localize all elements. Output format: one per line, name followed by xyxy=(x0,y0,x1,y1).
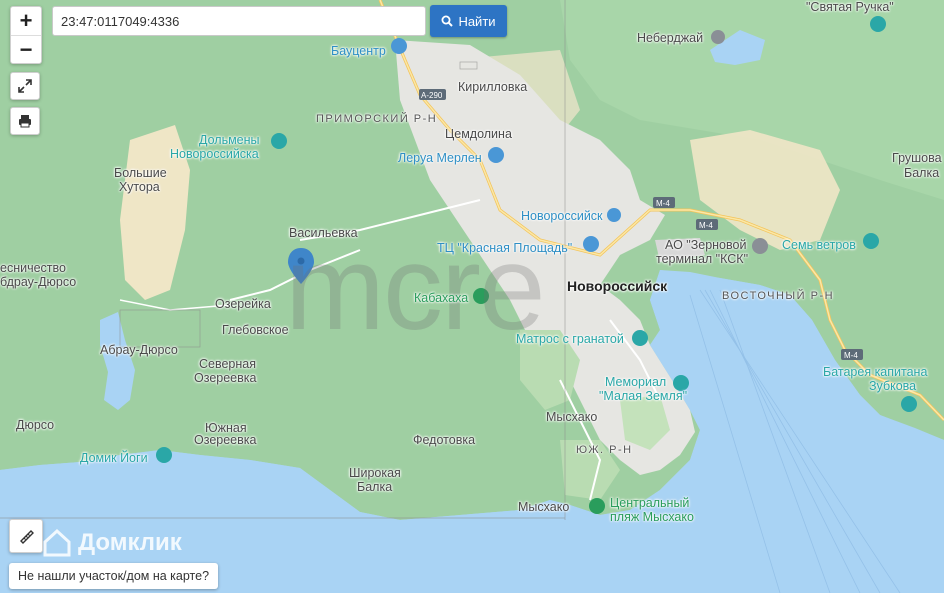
printer-icon xyxy=(19,115,31,128)
domclick-logo: Домклик xyxy=(42,528,182,558)
label-bolshie-2: Хутора xyxy=(119,180,160,194)
label-grushovaya-1: Грушова xyxy=(892,151,942,165)
ruler-button[interactable] xyxy=(9,519,43,553)
shield-a290: А-290 xyxy=(421,91,443,100)
label-batareya-1: Батарея капитана xyxy=(823,365,928,379)
find-button-label: Найти xyxy=(458,13,496,29)
label-primorsky: ПРИМОРСКИЙ Р-Н xyxy=(316,113,438,125)
label-matros: Матрос с гранатой xyxy=(516,332,624,346)
label-tc-krasnaya: ТЦ "Красная Площадь" xyxy=(437,241,573,255)
station-marker-icon xyxy=(607,208,621,222)
label-domik: Домик Йоги xyxy=(80,451,148,465)
matros-marker-icon xyxy=(632,330,648,346)
label-yuzh-rn: ЮЖ. Р-Н xyxy=(576,444,633,456)
label-baucentr: Бауцентр xyxy=(331,44,386,58)
label-leroy: Леруа Мерлен xyxy=(398,151,482,165)
label-lesnichestvo-1: есничество xyxy=(0,261,66,275)
fullscreen-button[interactable] xyxy=(10,72,40,100)
label-shirokaya-2: Балка xyxy=(357,480,393,494)
shield-m4-a: М-4 xyxy=(656,199,670,208)
label-myshako-1: Мысхако xyxy=(546,410,598,424)
brand-name: Домклик xyxy=(78,529,182,556)
label-severnaya-2: Озереевка xyxy=(194,371,257,385)
label-lesnichestvo-2: бдрау-Дюрсо xyxy=(0,275,77,289)
label-grushovaya-2: Балка xyxy=(904,166,940,180)
sem-vetrov-marker-icon xyxy=(863,233,879,249)
label-abrau: Абрау-Дюрсо xyxy=(100,343,178,357)
label-bolshie-1: Большие xyxy=(114,166,167,180)
ruler-icon xyxy=(20,530,34,544)
shield-m4-c: М-4 xyxy=(844,351,858,360)
baucentr-marker-icon xyxy=(391,38,407,54)
label-glebovskoe: Глебовское xyxy=(222,323,289,337)
label-tsemdolina: Цемдолина xyxy=(445,127,512,141)
label-shirokaya-1: Широкая xyxy=(349,466,401,480)
neberdzhay-marker-icon xyxy=(711,30,725,44)
label-dolmeny-1: Дольмены xyxy=(199,133,260,147)
find-button[interactable]: Найти xyxy=(430,5,507,37)
label-novorossiysk: Новороссийск xyxy=(567,278,668,294)
label-yuzhnaya-2: Озереевка xyxy=(194,433,257,447)
label-plyazh-2: пляж Мысхако xyxy=(610,510,694,524)
label-vostochny: ВОСТОЧНЫЙ Р-Н xyxy=(722,290,835,302)
zoom-control: + − xyxy=(10,6,42,64)
label-zernovoy-2: терминал "КСК" xyxy=(656,252,749,266)
zoom-in-button[interactable]: + xyxy=(11,7,41,36)
not-found-link[interactable]: Не нашли участок/дом на карте? xyxy=(9,563,219,589)
search-icon xyxy=(441,15,454,27)
label-vasilevka: Васильевка xyxy=(289,226,358,240)
label-durso: Дюрсо xyxy=(16,418,55,432)
batareya-marker-icon xyxy=(901,396,917,412)
zoom-out-button[interactable]: − xyxy=(11,36,41,64)
label-kirillovka: Кирилловка xyxy=(458,80,528,94)
label-novoross-station: Новороссийск xyxy=(521,209,603,223)
house-logo-icon xyxy=(43,528,71,557)
plyazh-marker-icon xyxy=(589,498,605,514)
label-svyataya-ruchka: "Святая Ручка" xyxy=(806,0,894,14)
label-batareya-2: Зубкова xyxy=(869,379,917,393)
label-dolmeny-2: Новороссийска xyxy=(170,147,259,161)
label-plyazh-1: Центральный xyxy=(610,496,690,510)
label-severnaya-1: Северная xyxy=(199,357,257,371)
domik-marker-icon xyxy=(156,447,172,463)
label-fedotovka: Федотовка xyxy=(413,433,476,447)
svyataya-marker-icon xyxy=(870,16,886,32)
label-neberdzhay: Неберджай xyxy=(637,31,704,45)
label-memorial-1: Мемориал xyxy=(605,375,667,389)
label-kabahaha: Кабахаха xyxy=(414,291,469,305)
label-myshako-2: Мысхако xyxy=(518,500,570,514)
label-zernovoy-1: АО "Зерновой xyxy=(665,238,747,252)
label-ozereyka: Озерейка xyxy=(215,297,271,311)
shield-m4-b: М-4 xyxy=(699,221,713,230)
print-button[interactable] xyxy=(10,107,40,135)
label-sem-vetrov: Семь ветров xyxy=(782,238,856,252)
label-memorial-2: "Малая Земля" xyxy=(599,389,688,403)
cadastral-search-input[interactable] xyxy=(52,6,426,36)
dolmeny-marker-icon xyxy=(271,133,287,149)
leroy-marker-icon xyxy=(488,147,504,163)
expand-icon xyxy=(18,79,32,93)
zernovoy-marker-icon xyxy=(752,238,768,254)
tc-marker-icon xyxy=(583,236,599,252)
